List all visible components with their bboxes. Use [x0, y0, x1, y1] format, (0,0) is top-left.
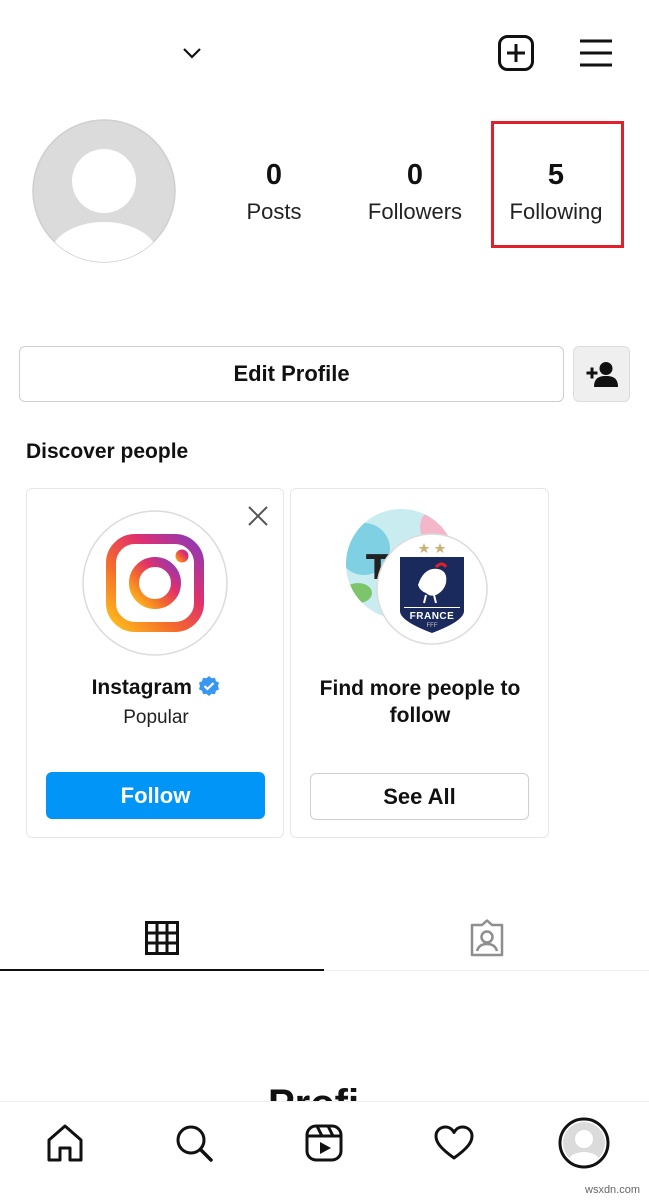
- add-post-button[interactable]: [494, 33, 538, 73]
- watermark: wsxdn.com: [585, 1184, 641, 1196]
- suggestion-name[interactable]: Instagram: [92, 676, 192, 699]
- search-icon: [176, 1125, 213, 1162]
- followers-label: Followers: [367, 199, 463, 224]
- bottom-nav: [0, 1101, 649, 1201]
- following-highlight-box: [491, 121, 624, 248]
- followers-stat[interactable]: 0 Followers: [350, 158, 480, 232]
- home-icon: [47, 1124, 83, 1162]
- posts-stat[interactable]: 0 Posts: [209, 158, 339, 232]
- close-icon: [248, 506, 268, 526]
- nav-reels[interactable]: [295, 1120, 353, 1166]
- instagram-avatar[interactable]: [81, 509, 229, 657]
- find-more-title: Find more people to follow: [319, 677, 521, 727]
- see-all-label: See All: [383, 783, 456, 809]
- suggestion-subtitle: Popular: [123, 707, 189, 728]
- posts-count: 0: [265, 159, 283, 191]
- see-all-button[interactable]: See All: [310, 773, 529, 820]
- crest-text: FRANCE: [409, 611, 455, 622]
- fff-avatar: FRANCE FFF: [376, 533, 488, 645]
- username-dropdown[interactable]: [170, 36, 214, 70]
- verified-badge-icon: [199, 676, 220, 696]
- profile-avatar-icon: [558, 1117, 610, 1169]
- heart-icon: [434, 1125, 474, 1160]
- tagged-icon: [470, 918, 503, 956]
- instagram-logo-icon: [82, 510, 228, 656]
- discover-people-title: Discover people: [26, 440, 189, 463]
- nav-profile[interactable]: [555, 1116, 613, 1170]
- menu-icon: [580, 39, 612, 67]
- edit-profile-button[interactable]: Edit Profile: [19, 346, 564, 402]
- nav-search[interactable]: [165, 1120, 223, 1166]
- edit-profile-label: Edit Profile: [233, 361, 350, 386]
- crest-small-text: FFF: [426, 623, 438, 629]
- active-tab-indicator: [0, 969, 324, 971]
- suggestion-card-find-more: T FRANCE FFF Find more people to follow …: [290, 488, 549, 838]
- follow-button[interactable]: Follow: [46, 772, 265, 819]
- tab-posts-grid[interactable]: [0, 905, 324, 970]
- dismiss-card-button[interactable]: [241, 501, 275, 531]
- chevron-down-icon: [183, 48, 201, 59]
- follow-label: Follow: [120, 782, 191, 808]
- suggestion-card-instagram: Instagram Popular Follow: [26, 488, 284, 838]
- posts-label: Posts: [246, 199, 302, 224]
- reels-icon: [305, 1124, 343, 1162]
- menu-button[interactable]: [574, 33, 618, 73]
- tab-tagged[interactable]: [324, 905, 649, 970]
- profile-avatar[interactable]: [31, 118, 177, 264]
- add-post-icon: [498, 35, 534, 71]
- followers-count: 0: [406, 159, 424, 191]
- suggestion-name-row: Instagram: [27, 675, 285, 700]
- nav-home[interactable]: [36, 1120, 94, 1166]
- nav-activity[interactable]: [425, 1120, 483, 1166]
- add-person-icon: [586, 362, 618, 387]
- default-avatar-icon: [32, 119, 176, 263]
- grid-icon: [145, 920, 179, 955]
- discover-people-toggle[interactable]: [573, 346, 630, 402]
